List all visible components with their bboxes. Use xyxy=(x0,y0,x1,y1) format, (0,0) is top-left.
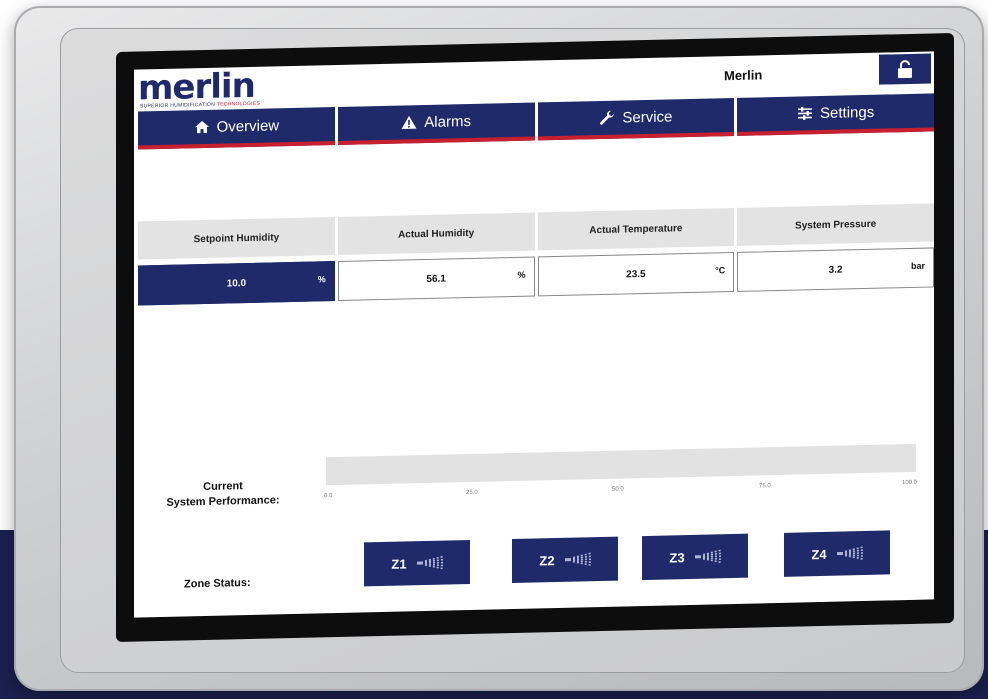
wrench-icon xyxy=(600,110,615,125)
lock-button[interactable] xyxy=(879,53,931,85)
setpoint-humidity-value: 10.0 xyxy=(226,278,247,290)
tab-service-label: Service xyxy=(622,107,673,127)
setpoint-humidity-unit: % xyxy=(317,274,326,285)
header-actual-humidity: Actual Humidity xyxy=(337,212,535,255)
logo-tagline-b: TECHNOLOGIES xyxy=(216,100,261,108)
home-icon xyxy=(194,121,209,134)
tab-overview[interactable]: Overview xyxy=(138,107,335,150)
device-bezel: merlin SUPERIOR HUMIDIFICATION TECHNOLOG… xyxy=(14,6,984,691)
zone-button-z4[interactable]: Z4 xyxy=(784,530,890,577)
sliders-icon xyxy=(798,106,813,120)
zone-z2-label: Z2 xyxy=(539,552,555,568)
logo-wordmark: merlin xyxy=(138,65,255,109)
zone-z3-label: Z3 xyxy=(669,549,685,565)
performance-bar xyxy=(326,443,916,486)
zone-button-z1[interactable]: Z1 xyxy=(364,539,470,587)
zone-status-label: Zone Status: xyxy=(184,576,251,591)
actual-humidity-field: 56.1 % xyxy=(337,256,535,301)
zone-z1-label: Z1 xyxy=(391,555,407,572)
header-actual-temperature: Actual Temperature xyxy=(537,207,735,251)
performance-label-line2: System Performance: xyxy=(166,494,280,509)
tab-alarms[interactable]: Alarms xyxy=(337,102,535,145)
performance-tick: 100.0 xyxy=(902,479,918,487)
user-name: Merlin xyxy=(724,67,763,84)
nozzle-spray-icon xyxy=(836,546,863,560)
header-setpoint-humidity: Setpoint Humidity xyxy=(138,217,335,260)
actual-humidity-unit: % xyxy=(517,269,526,280)
warning-icon xyxy=(401,115,417,130)
actual-temperature-field: 23.5 °C xyxy=(537,251,735,297)
performance-tick: 75.0 xyxy=(759,483,771,490)
logo-tagline-a: SUPERIOR HUMIDIFICATION xyxy=(140,101,216,110)
header-system-pressure: System Pressure xyxy=(737,203,934,246)
zone-z4-label: Z4 xyxy=(811,546,827,562)
tab-alarms-label: Alarms xyxy=(424,112,471,131)
actual-humidity-value: 56.1 xyxy=(426,273,446,285)
tab-service[interactable]: Service xyxy=(537,97,735,141)
hmi-screen: merlin SUPERIOR HUMIDIFICATION TECHNOLOG… xyxy=(134,51,934,618)
system-pressure-value: 3.2 xyxy=(828,264,843,276)
tab-overview-label: Overview xyxy=(216,116,280,136)
setpoint-humidity-field[interactable]: 10.0 % xyxy=(138,261,335,306)
performance-tick: 25.0 xyxy=(466,489,478,497)
tab-settings[interactable]: Settings xyxy=(737,93,934,136)
zone-button-z3[interactable]: Z3 xyxy=(642,533,748,581)
unlock-icon xyxy=(898,60,912,79)
nozzle-spray-icon xyxy=(694,549,721,564)
merlin-logo: merlin SUPERIOR HUMIDIFICATION TECHNOLOG… xyxy=(138,65,308,110)
zone-button-z2[interactable]: Z2 xyxy=(512,536,618,584)
system-pressure-field: 3.2 bar xyxy=(737,247,934,292)
actual-temperature-value: 23.5 xyxy=(626,268,646,281)
nozzle-spray-icon xyxy=(416,555,443,570)
performance-tick: 0.0 xyxy=(324,493,333,500)
tab-settings-label: Settings xyxy=(820,103,875,122)
actual-temperature-unit: °C xyxy=(715,265,726,276)
system-pressure-unit: bar xyxy=(910,260,925,271)
nozzle-spray-icon xyxy=(564,552,591,567)
performance-tick: 50.0 xyxy=(612,486,624,493)
screen-frame: merlin SUPERIOR HUMIDIFICATION TECHNOLOG… xyxy=(116,32,954,643)
performance-label: Current System Performance: xyxy=(148,478,298,511)
